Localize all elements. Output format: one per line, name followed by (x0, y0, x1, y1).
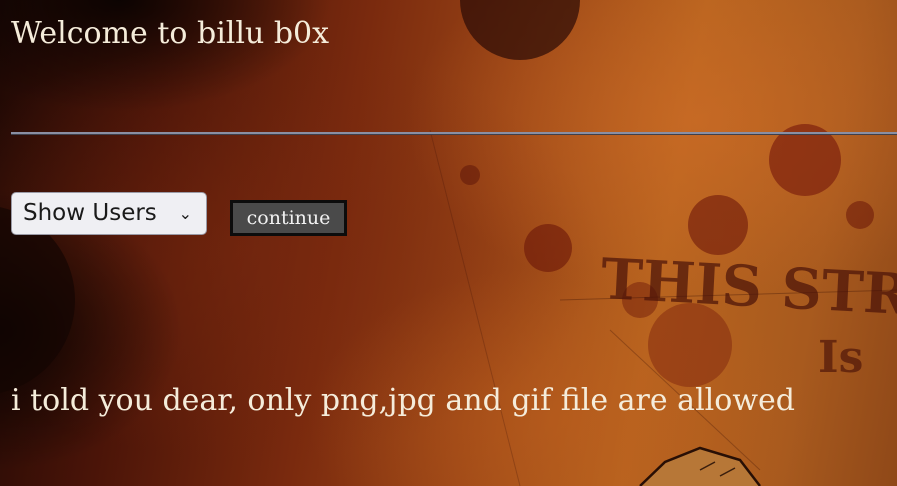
background-sketch (639, 446, 761, 486)
background-text-line1: THIS STRA (599, 246, 897, 330)
background-drop (524, 224, 572, 272)
background-blob (460, 0, 580, 60)
page-title: Welcome to billu b0x (11, 16, 330, 51)
background-scratch (559, 289, 897, 301)
background-drop (622, 282, 658, 318)
background-drop (688, 195, 748, 255)
chevron-down-icon: ⌄ (178, 204, 192, 223)
action-select[interactable]: Show Users ⌄ (11, 192, 207, 235)
background-drop (460, 165, 480, 185)
background-scratch (429, 129, 521, 486)
horizontal-divider (11, 132, 897, 135)
continue-button[interactable]: continue (230, 200, 347, 236)
background-text-line2: Is (818, 332, 863, 383)
upload-error-message: i told you dear, only png,jpg and gif fi… (11, 383, 795, 418)
background-drop (846, 201, 874, 229)
background-sketch (699, 461, 736, 477)
action-select-value: Show Users (23, 200, 157, 226)
background-drop (648, 303, 732, 387)
